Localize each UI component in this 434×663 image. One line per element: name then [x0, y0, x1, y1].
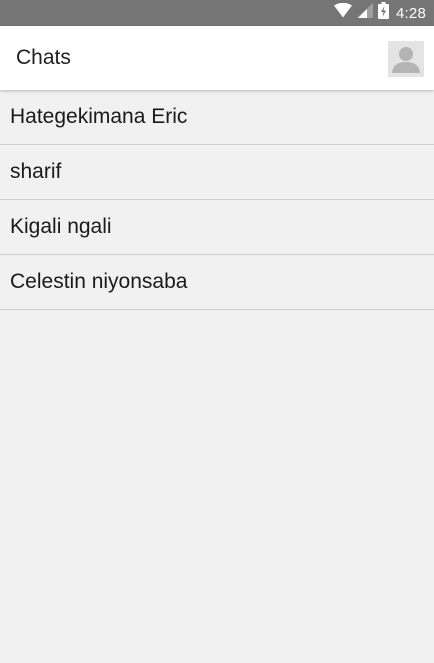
status-icons: 4:28: [334, 0, 426, 26]
status-bar: 4:28: [0, 0, 434, 26]
battery-charging-icon: [378, 2, 389, 24]
avatar[interactable]: [388, 41, 424, 77]
chat-list-item[interactable]: Celestin niyonsaba: [0, 255, 434, 310]
chat-list-item[interactable]: sharif: [0, 145, 434, 200]
default-avatar-icon: [388, 41, 424, 77]
status-time: 4:28: [396, 4, 426, 22]
chat-list: Hategekimana Eric sharif Kigali ngali Ce…: [0, 90, 434, 310]
chat-list-item[interactable]: Hategekimana Eric: [0, 90, 434, 145]
app-toolbar: Chats: [0, 26, 434, 90]
cell-signal-icon: [357, 3, 373, 23]
chat-list-item[interactable]: Kigali ngali: [0, 200, 434, 255]
page-title: Chats: [16, 46, 71, 69]
wifi-icon: [334, 2, 352, 23]
